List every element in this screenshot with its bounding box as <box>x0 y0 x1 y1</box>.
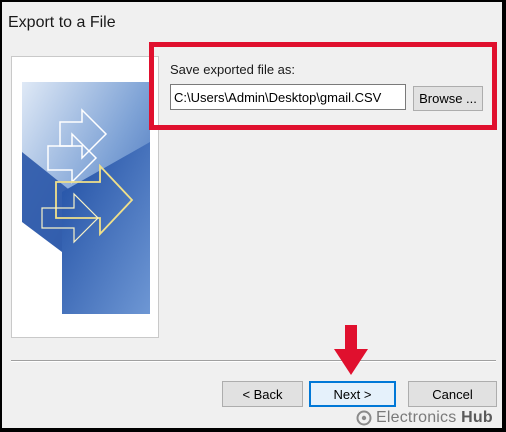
watermark-text: Electronics Hub <box>376 409 493 426</box>
wizard-graphic-icon <box>22 82 150 314</box>
browse-button[interactable]: Browse ... <box>413 86 483 111</box>
separator-line <box>11 360 496 362</box>
dialog-title: Export to a File <box>8 14 116 31</box>
cancel-button[interactable]: Cancel <box>408 381 497 407</box>
next-button[interactable]: Next > <box>309 381 396 407</box>
wizard-graphic-panel <box>11 56 159 338</box>
export-dialog: Export to a File Save exported file as: … <box>2 2 502 428</box>
electronicshub-logo-icon <box>356 410 372 426</box>
save-as-label: Save exported file as: <box>170 62 296 77</box>
file-path-input[interactable] <box>170 84 406 110</box>
red-down-arrow-icon <box>334 325 368 375</box>
back-button[interactable]: < Back <box>222 381 303 407</box>
watermark: Electronics Hub <box>356 406 493 430</box>
